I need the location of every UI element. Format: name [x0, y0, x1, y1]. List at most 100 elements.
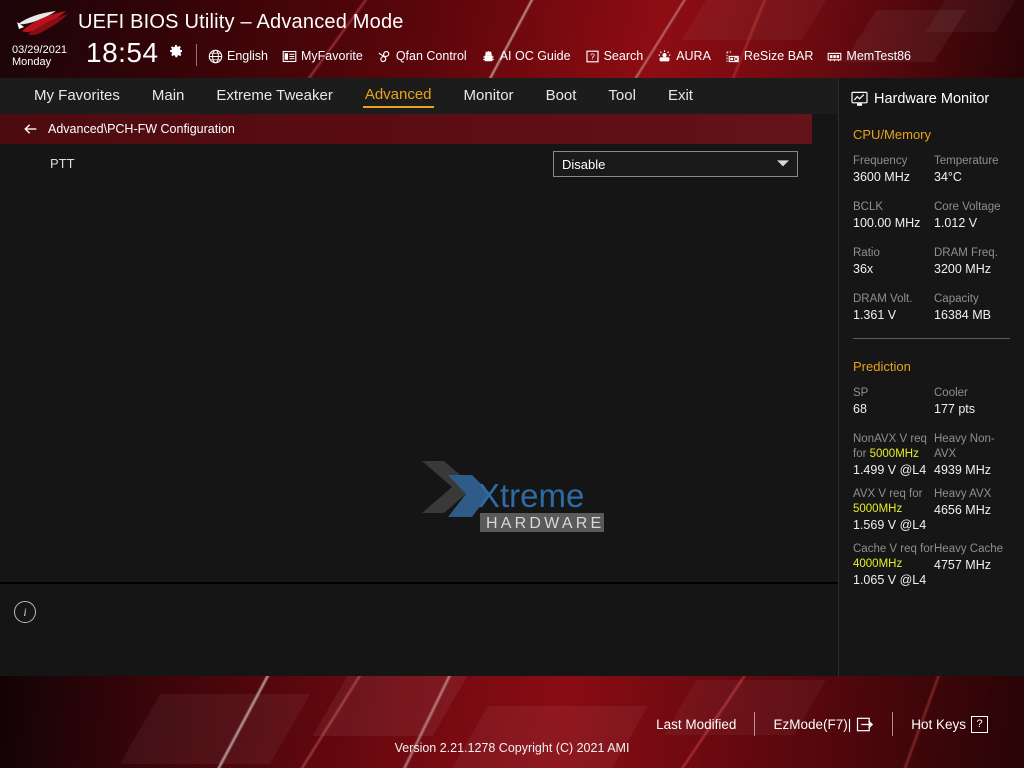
ptt-dropdown[interactable]: Disable: [553, 151, 798, 177]
current-weekday: Monday: [12, 56, 52, 68]
readout-pair: DRAM Volt. 1.361 V Capacity 16384 MB: [853, 292, 1024, 324]
prediction-readouts: SP 68 Cooler 177 pts NonAVX V req for 50…: [839, 374, 1024, 589]
question-key-icon: ?: [971, 715, 988, 733]
monitor-chart-icon: [851, 91, 868, 107]
back-arrow-icon[interactable]: [22, 120, 40, 138]
globe-icon: [208, 49, 223, 64]
toolbar-item-english[interactable]: English: [208, 49, 268, 64]
prediction-frequency: 5000MHz: [853, 503, 903, 515]
prediction-value: 4757 MHz: [934, 558, 991, 572]
current-time: 18:54: [86, 37, 159, 68]
readout-key: Capacity: [934, 293, 979, 305]
rog-logo: [14, 8, 72, 38]
toolbar-item-memtest86[interactable]: MemTest86: [827, 49, 911, 64]
xtreme-hardware-watermark: Xtreme HARDWARE: [418, 457, 610, 539]
readout-key: Temperature: [934, 155, 999, 167]
tab-my-favorites[interactable]: My Favorites: [32, 85, 122, 107]
info-icon[interactable]: i: [14, 601, 36, 623]
readout-value: 36x: [853, 262, 874, 276]
tab-monitor[interactable]: Monitor: [462, 85, 516, 107]
memory-module-icon: [827, 49, 842, 64]
readout-value: 68: [853, 402, 867, 416]
settings-list: PTT Disable: [0, 144, 812, 182]
toolbar-label: Qfan Control: [395, 49, 467, 63]
footer-actions: Last Modified EzMode(F7)| Hot Keys ?: [638, 712, 1006, 736]
readout-pair: Frequency 3600 MHz Temperature 34°C: [853, 154, 1024, 186]
prediction-key-text: Cache V req for: [853, 543, 934, 555]
header-decor-shape: [681, 0, 839, 40]
prediction-key: NonAVX V req for 5000MHz: [853, 432, 934, 462]
chip-brain-icon: [481, 49, 496, 64]
prediction-value: 4939 MHz: [934, 463, 991, 477]
watermark-secondary: HARDWARE: [486, 515, 604, 532]
section-title-prediction: Prediction: [853, 359, 911, 374]
version-string: Version 2.21.1278 Copyright (C) 2021 AMI: [394, 741, 630, 755]
hot-keys-label: Hot Keys: [911, 716, 966, 732]
aura-light-icon: [657, 49, 672, 64]
tab-boot[interactable]: Boot: [544, 85, 579, 107]
toolbar-label: AURA: [676, 49, 711, 63]
readout-pair: BCLK 100.00 MHz Core Voltage 1.012 V: [853, 200, 1024, 232]
prediction-key: Heavy AVX: [934, 488, 992, 500]
tab-advanced[interactable]: Advanced: [362, 84, 434, 108]
toolbar-label: AI OC Guide: [499, 49, 571, 63]
prediction-value: 1.065 V @L4: [853, 573, 927, 587]
page-title: UEFI BIOS Utility – Advanced Mode: [78, 11, 404, 33]
footer-decor-shape: [452, 706, 648, 768]
hardware-monitor-title: Hardware Monitor: [874, 91, 990, 107]
readout-pair: Ratio 36x DRAM Freq. 3200 MHz: [853, 246, 1024, 278]
readout-value: 16384 MB: [934, 308, 991, 322]
toolbar-label: MemTest86: [846, 49, 912, 63]
readout-key: Cooler: [934, 387, 968, 399]
cpu-memory-readouts: Frequency 3600 MHz Temperature 34°C BCLK…: [839, 142, 1024, 324]
prediction-frequency: 5000MHz: [869, 448, 919, 460]
tab-main[interactable]: Main: [150, 85, 187, 107]
prediction-key: AVX V req for 5000MHz: [853, 487, 934, 517]
list-star-icon: [282, 49, 297, 64]
chevron-down-icon: [777, 159, 789, 169]
toolbar-label: Search: [603, 49, 644, 63]
tab-exit[interactable]: Exit: [666, 85, 695, 107]
tab-tool[interactable]: Tool: [606, 85, 638, 107]
readout-pair: SP 68 Cooler 177 pts: [853, 386, 1024, 418]
readout-value: 100.00 MHz: [853, 216, 921, 230]
breadcrumb[interactable]: Advanced\PCH-FW Configuration: [0, 114, 812, 144]
toolbar-item-qfan-control[interactable]: Qfan Control: [377, 49, 467, 64]
toolbar-item-aura[interactable]: AURA: [657, 49, 711, 64]
prediction-key-text: AVX V req for: [853, 488, 923, 500]
breadcrumb-text: Advanced\PCH-FW Configuration: [48, 122, 235, 136]
prediction-frequency: 4000MHz: [853, 558, 903, 570]
toolbar-label: English: [227, 49, 268, 63]
setting-row-ptt[interactable]: PTT Disable: [0, 144, 812, 182]
tab-extreme-tweaker[interactable]: Extreme Tweaker: [214, 85, 334, 107]
content-divider: [0, 582, 838, 584]
readout-value: 3600 MHz: [853, 170, 910, 184]
readout-value: 177 pts: [934, 402, 976, 416]
prediction-key: Cache V req for 4000MHz: [853, 542, 934, 572]
prediction-value: 4656 MHz: [934, 503, 991, 517]
prediction-row: Cache V req for 4000MHz 1.065 V @L4 Heav…: [853, 542, 1024, 589]
header-divider: [196, 44, 197, 66]
hot-keys-button[interactable]: Hot Keys ?: [893, 715, 1006, 733]
content-area: Advanced\PCH-FW Configuration PTT Disabl…: [0, 114, 838, 676]
ezmode-label: EzMode(F7)|: [773, 716, 852, 732]
prediction-value: 1.569 V @L4: [853, 518, 927, 532]
readout-key: Core Voltage: [934, 201, 1001, 213]
header-bar: UEFI BIOS Utility – Advanced Mode 03/29/…: [0, 0, 1024, 78]
toolbar-item-myfavorite[interactable]: MyFavorite: [282, 49, 363, 64]
toolbar-item-ai-oc-guide[interactable]: AI OC Guide: [481, 49, 571, 64]
last-modified-label: Last Modified: [656, 716, 737, 732]
readout-key: DRAM Freq.: [934, 247, 998, 259]
last-modified-button[interactable]: Last Modified: [638, 717, 754, 732]
readout-key: SP: [853, 387, 869, 399]
toolbar-item-search[interactable]: ? Search: [585, 49, 644, 64]
svg-text:?: ?: [590, 51, 595, 61]
section-title-cpu-memory: CPU/Memory: [853, 127, 932, 142]
ezmode-button[interactable]: EzMode(F7)|: [755, 717, 892, 732]
toolbar-item-resize-bar[interactable]: ReSize BAR: [725, 49, 813, 64]
bios-root: UEFI BIOS Utility – Advanced Mode 03/29/…: [0, 0, 1024, 768]
gear-icon[interactable]: [168, 43, 184, 59]
toolbar-label: ReSize BAR: [743, 49, 814, 63]
dropdown-value: Disable: [562, 156, 606, 172]
readout-key: Frequency: [853, 155, 908, 167]
